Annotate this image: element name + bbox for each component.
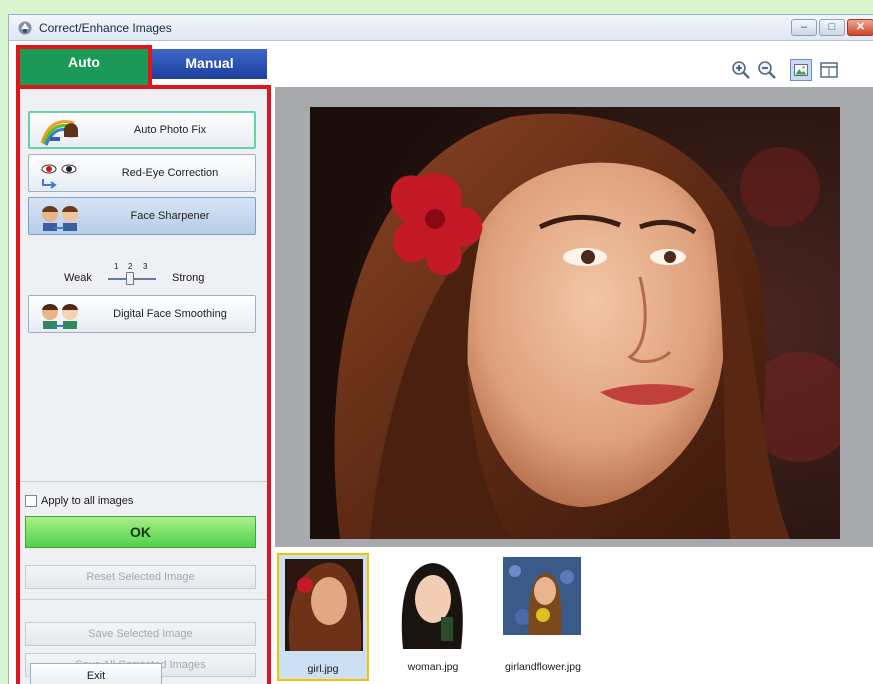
mode-tabs: Auto Manual — [12, 47, 272, 89]
correct-enhance-window: Correct/Enhance Images – □ ✕ Auto Manual… — [8, 14, 873, 684]
portrait-image — [310, 107, 840, 539]
panel-divider — [19, 481, 269, 482]
face-sharpener-label: Face Sharpener — [130, 210, 210, 222]
zoom-out-icon[interactable] — [756, 59, 778, 81]
slider-tick-1: 1 — [114, 262, 119, 271]
save-selected-image-button[interactable]: Save Selected Image — [25, 622, 256, 646]
preview-area — [275, 87, 873, 547]
whole-image-view-icon[interactable] — [790, 59, 812, 81]
maximize-button[interactable]: □ — [819, 19, 845, 36]
face-sharpener-icon — [42, 206, 78, 231]
reset-selected-image-button[interactable]: Reset Selected Image — [25, 565, 256, 589]
thumbnail-item[interactable]: girl.jpg — [277, 553, 369, 681]
thumbnail-item[interactable]: woman.jpg — [387, 553, 479, 681]
app-logo-icon — [18, 21, 32, 35]
slider-tick-2: 2 — [128, 262, 133, 271]
minimize-button[interactable]: – — [791, 19, 817, 36]
window-title: Correct/Enhance Images — [39, 21, 172, 35]
tab-auto[interactable]: Auto — [18, 47, 150, 87]
red-eye-correction-label: Red-Eye Correction — [121, 167, 219, 179]
thumbnail-caption: woman.jpg — [407, 661, 459, 673]
auto-photo-fix-icon — [40, 120, 78, 146]
auto-photo-fix-label: Auto Photo Fix — [133, 124, 207, 136]
thumbnail-caption: girl.jpg — [307, 663, 339, 675]
apply-to-all-checkbox[interactable] — [25, 495, 37, 507]
thumbnail-item[interactable]: girlandflower.jpg — [497, 553, 589, 681]
thumbnail-image — [503, 557, 581, 649]
thumbnail-caption: girlandflower.jpg — [505, 661, 581, 673]
panel-divider — [19, 599, 269, 600]
exit-button[interactable]: Exit — [30, 663, 162, 684]
thumbnail-image — [285, 559, 363, 651]
digital-face-smoothing-button[interactable]: Digital Face Smoothing — [28, 295, 256, 333]
zoom-in-icon[interactable] — [730, 59, 752, 81]
slider-min-label: Weak — [64, 272, 92, 284]
tab-manual[interactable]: Manual — [152, 49, 267, 79]
left-panel: Auto Manual Auto Photo Fix Red-Eye Corre… — [12, 47, 272, 684]
auto-photo-fix-button[interactable]: Auto Photo Fix — [28, 111, 256, 149]
apply-to-all-row[interactable]: Apply to all images — [25, 493, 133, 509]
minimize-icon: – — [800, 21, 808, 33]
apply-to-all-label: Apply to all images — [41, 495, 134, 507]
auto-panel: Auto Photo Fix Red-Eye Correction Face S… — [18, 87, 269, 684]
digital-face-smoothing-label: Digital Face Smoothing — [113, 308, 227, 320]
sharpen-level-slider[interactable]: Weak 1 2 3 Strong — [64, 262, 224, 288]
slider-max-label: Strong — [172, 272, 205, 284]
digital-face-smoothing-icon — [42, 304, 78, 329]
close-button[interactable]: ✕ — [847, 19, 873, 36]
compare-view-icon[interactable] — [818, 59, 840, 81]
red-eye-correction-button[interactable]: Red-Eye Correction — [28, 154, 256, 192]
slider-tick-3: 3 — [143, 262, 148, 271]
close-icon: ✕ — [855, 21, 866, 33]
maximize-icon: □ — [828, 21, 836, 33]
preview-photo[interactable] — [310, 107, 840, 539]
face-sharpener-button[interactable]: Face Sharpener — [28, 197, 256, 235]
slider-thumb[interactable] — [126, 272, 134, 285]
thumbnail-strip: girl.jpg woman.jpg girlandflower.jpg — [275, 547, 873, 684]
red-eye-icon — [41, 164, 77, 189]
title-bar: Correct/Enhance Images – □ ✕ — [9, 15, 873, 41]
view-toolbar — [275, 47, 873, 87]
thumbnail-image — [393, 557, 471, 649]
ok-button[interactable]: OK — [25, 516, 256, 548]
